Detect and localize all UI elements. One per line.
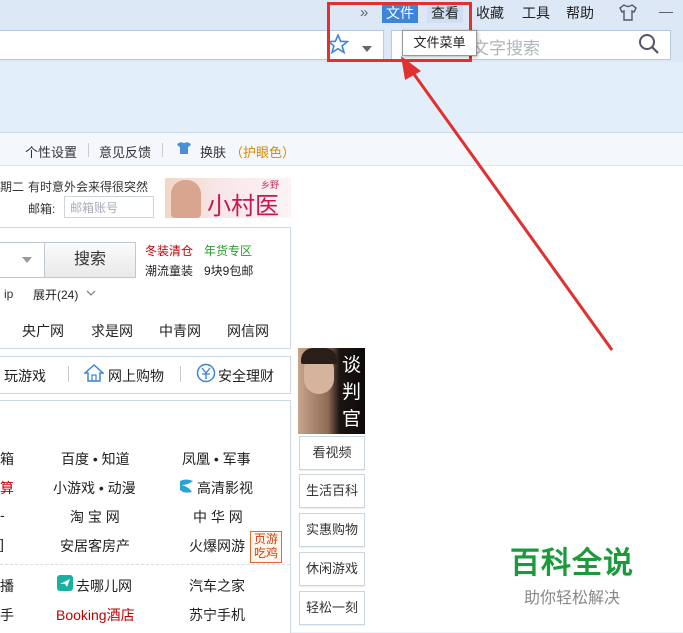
watermark-subtitle: 助你轻松解决 [523,590,620,607]
watermark: 百科全说 助你轻松解决 [487,524,657,608]
watermark-title: 百科全说 [510,547,634,580]
